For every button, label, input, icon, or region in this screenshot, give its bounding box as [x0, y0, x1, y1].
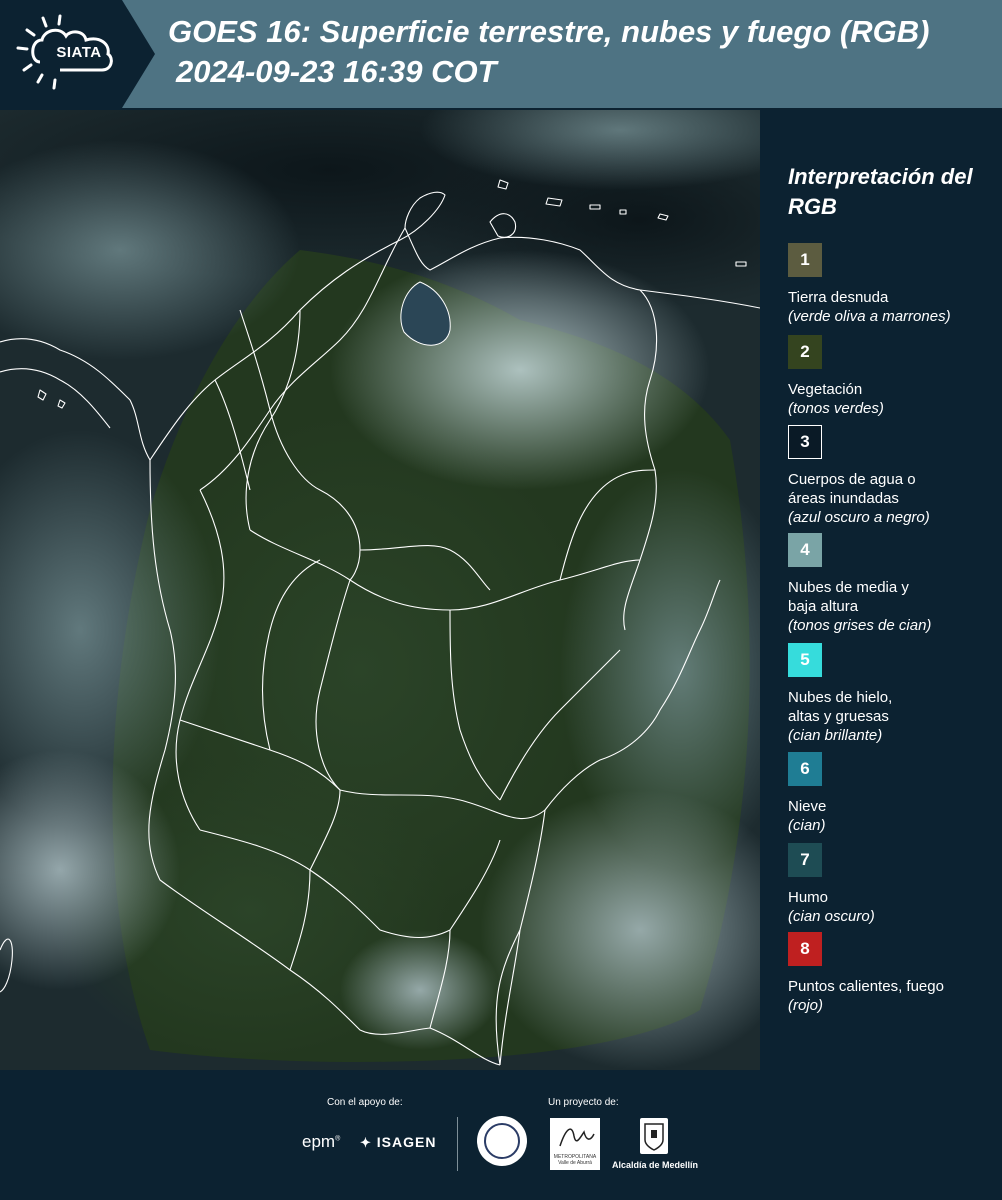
- legend-desc-1: (verde oliva a marrones): [788, 308, 951, 325]
- legend-desc-3: (azul oscuro a negro): [788, 509, 930, 526]
- siata-logo[interactable]: SIATA: [0, 0, 155, 108]
- legend-item-2: 2 Vegetación (tonos verdes): [788, 335, 998, 418]
- legend-desc-8: (rojo): [788, 997, 824, 1014]
- legend-label-7: Humo: [788, 889, 829, 906]
- legend-swatch-6: 6: [788, 752, 822, 786]
- footer-divider: [457, 1117, 458, 1171]
- legend-desc-6: (cian): [788, 817, 826, 834]
- legend-label-6: Nieve: [788, 798, 827, 815]
- legend-desc-2: (tonos verdes): [788, 400, 884, 417]
- epm-logo[interactable]: epm®: [302, 1132, 340, 1152]
- header-bar: SIATA GOES 16: Superficie terrestre, nub…: [0, 0, 1002, 108]
- isagen-logo[interactable]: ✦ ISAGEN: [360, 1134, 436, 1151]
- legend-desc-4: (tonos grises de cian): [788, 617, 932, 634]
- legend-swatch-2: 2: [788, 335, 822, 369]
- legend-item-1: 1 Tierra desnuda (verde oliva a marrones…: [788, 243, 998, 326]
- area-signature-icon: [559, 1128, 595, 1147]
- legend-desc-7: (cian oscuro): [788, 908, 875, 925]
- legend-swatch-1: 1: [788, 243, 822, 277]
- legend-item-3: 3 Cuerpos de agua o áreas inundadas (azu…: [788, 425, 998, 527]
- legend-label-5: Nubes de hielo, altas y gruesas: [788, 689, 893, 725]
- isagen-mark-icon: ✦: [360, 1135, 372, 1150]
- legend-item-5: 5 Nubes de hielo, altas y gruesas (cian …: [788, 643, 998, 745]
- legend-label-3: Cuerpos de agua o áreas inundadas: [788, 471, 916, 507]
- legend-item-7: 7 Humo (cian oscuro): [788, 843, 998, 926]
- medellin-logo-text[interactable]: Alcaldía de Medellín: [612, 1160, 698, 1170]
- legend-swatch-7: 7: [788, 843, 822, 877]
- legend-label-8: Puntos calientes, fuego: [788, 978, 944, 995]
- project-label: Un proyecto de:: [548, 1097, 619, 1108]
- legend-label-1: Tierra desnuda: [788, 289, 889, 306]
- legend-panel: Interpretación del RGB 1 Tierra desnuda …: [760, 110, 1002, 1070]
- footer: Con el apoyo de: Un proyecto de: epm® ✦ …: [0, 1070, 1002, 1200]
- siata-logo-text: SIATA: [56, 44, 102, 61]
- legend-label-4: Nubes de media y baja altura: [788, 579, 909, 615]
- legend-desc-5: (cian brillante): [788, 727, 883, 744]
- legend-item-6: 6 Nieve (cian): [788, 752, 998, 835]
- university-seal-logo[interactable]: [477, 1116, 527, 1166]
- legend-item-4: 4 Nubes de media y baja altura (tonos gr…: [788, 533, 998, 635]
- area-logo-text: METROPOLITANA Valle de Aburrá: [553, 1154, 597, 1166]
- medellin-shield-icon[interactable]: [640, 1118, 668, 1154]
- legend-swatch-5: 5: [788, 643, 822, 677]
- area-metropolitana-logo[interactable]: METROPOLITANA Valle de Aburrá: [550, 1118, 600, 1170]
- legend-swatch-3: 3: [788, 425, 822, 459]
- legend-label-2: Vegetación: [788, 381, 863, 398]
- legend-swatch-4: 4: [788, 533, 822, 567]
- legend-swatch-8: 8: [788, 932, 822, 966]
- timestamp: 2024-09-23 16:39 COT: [176, 54, 497, 89]
- legend-item-8: 8 Puntos calientes, fuego (rojo): [788, 932, 998, 1015]
- seal-inner-icon: [484, 1123, 520, 1159]
- legend-title: Interpretación del RGB: [788, 164, 973, 219]
- satellite-map[interactable]: [0, 110, 760, 1070]
- support-label: Con el apoyo de:: [327, 1097, 403, 1108]
- page-title: GOES 16: Superficie terrestre, nubes y f…: [168, 14, 930, 49]
